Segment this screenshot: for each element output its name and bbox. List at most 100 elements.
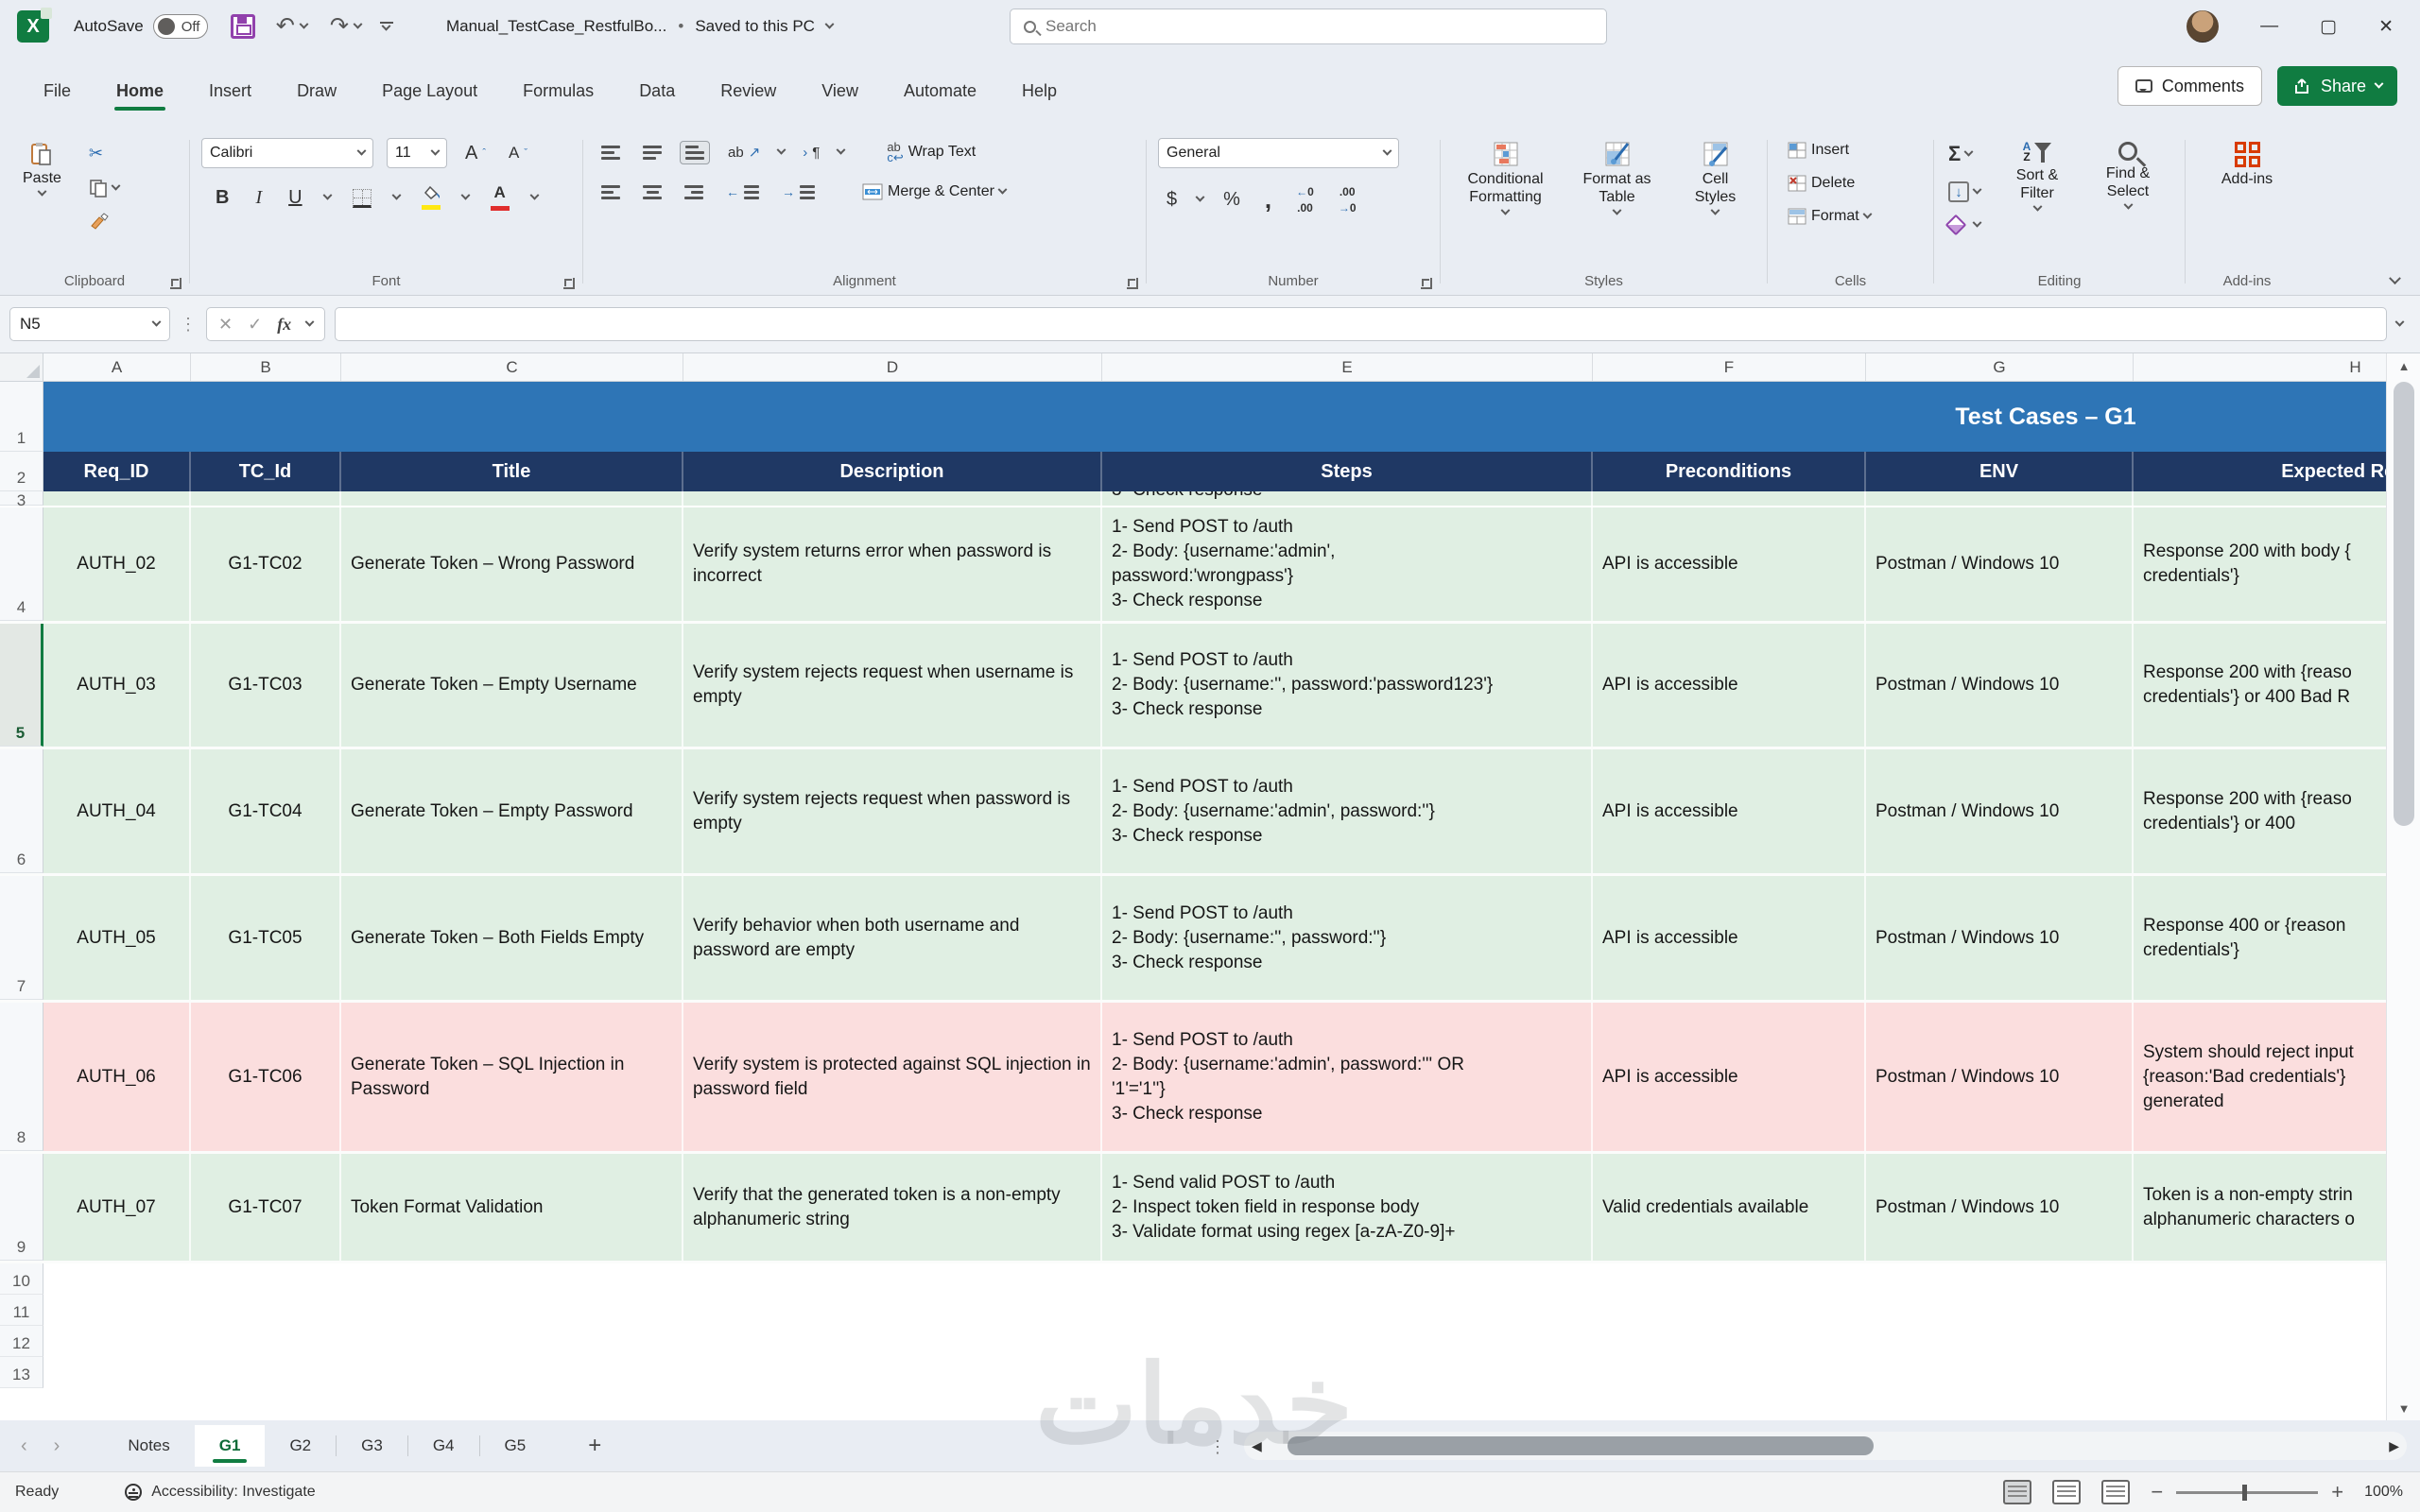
row-header-2[interactable]: 2 — [0, 452, 43, 491]
row-header-8[interactable]: 8 — [0, 1003, 43, 1151]
cell-expected[interactable]: Token is a non-empty strin alphanumeric … — [2134, 1154, 2386, 1261]
cell-req-id[interactable]: AUTH_03 — [43, 624, 191, 747]
document-title[interactable]: Manual_TestCase_RestfulBo... • Saved to … — [446, 17, 833, 36]
zoom-in-button[interactable]: + — [2331, 1480, 2343, 1504]
decrease-font-button[interactable]: Aˇ — [504, 140, 532, 166]
format-cells-button[interactable]: Format — [1783, 204, 1933, 229]
align-right-button[interactable] — [680, 181, 708, 203]
cell-description[interactable]: Verify system rejects request when passw… — [683, 749, 1102, 873]
share-button[interactable]: Share — [2277, 66, 2397, 106]
cell-b3[interactable] — [191, 491, 341, 506]
increase-font-button[interactable]: Aˆ — [460, 139, 491, 168]
sheet-nav-left-icon[interactable]: ‹ — [21, 1435, 27, 1457]
align-top-button[interactable] — [596, 142, 625, 163]
underline-button[interactable]: U — [284, 183, 306, 213]
clipboard-dialog-launcher-icon[interactable] — [170, 278, 182, 289]
align-center-button[interactable] — [638, 181, 666, 203]
row-header-6[interactable]: 6 — [0, 749, 43, 873]
tab-draw[interactable]: Draw — [295, 74, 338, 109]
cell-steps[interactable]: 1- Send POST to /auth 2- Body: {username… — [1102, 749, 1593, 873]
cell-steps[interactable]: 1- Send POST to /auth 2- Body: {username… — [1102, 507, 1593, 621]
cut-button[interactable]: ✂ — [84, 140, 124, 167]
scroll-up-arrow-icon[interactable]: ▲ — [2387, 353, 2420, 378]
cell-a3[interactable] — [43, 491, 191, 506]
cell-env[interactable]: Postman / Windows 10 — [1866, 1003, 2134, 1151]
cell-steps[interactable]: 1- Send POST to /auth 2- Body: {username… — [1102, 876, 1593, 1000]
cell-preconditions[interactable]: API is accessible — [1593, 1003, 1866, 1151]
font-color-chevron-icon[interactable] — [529, 191, 539, 200]
cell-title[interactable]: Token Format Validation — [341, 1154, 683, 1261]
user-avatar[interactable] — [2187, 10, 2219, 43]
select-all-corner[interactable] — [0, 353, 43, 381]
align-bottom-button[interactable] — [680, 141, 710, 164]
cell-description[interactable]: Verify behavior when both username and p… — [683, 876, 1102, 1000]
row-header-12[interactable]: 12 — [0, 1326, 43, 1357]
column-header-c[interactable]: C — [341, 353, 683, 381]
cell-d3[interactable] — [683, 491, 1102, 506]
format-as-table-button[interactable]: Format as Table — [1569, 138, 1666, 220]
sheet-tab-g2[interactable]: G2 — [265, 1425, 336, 1467]
decrease-indent-button[interactable]: ← — [721, 180, 764, 203]
header-expected-result[interactable]: Expected Result — [2134, 452, 2386, 491]
header-description[interactable]: Description — [683, 452, 1102, 491]
tab-bar-splitter[interactable]: ⋮ — [1209, 1437, 1227, 1457]
sheet-tab-notes[interactable]: Notes — [103, 1425, 194, 1467]
underline-chevron-icon[interactable] — [322, 191, 332, 200]
cell-title[interactable]: Generate Token – Empty Password — [341, 749, 683, 873]
zoom-out-button[interactable]: − — [2151, 1480, 2163, 1504]
search-input[interactable] — [1046, 17, 1593, 36]
cell-styles-button[interactable]: Cell Styles — [1673, 138, 1758, 220]
number-dialog-launcher-icon[interactable] — [1421, 278, 1432, 289]
cell-expected[interactable]: Response 200 with {reaso credentials'} o… — [2134, 749, 2386, 873]
cell-req-id[interactable]: AUTH_06 — [43, 1003, 191, 1151]
paste-button[interactable]: Paste — [13, 138, 71, 201]
cell-expected[interactable]: Response 200 with {reaso credentials'} o… — [2134, 624, 2386, 747]
cell-tc-id[interactable]: G1-TC05 — [191, 876, 341, 1000]
alignment-dialog-launcher-icon[interactable] — [1127, 278, 1138, 289]
fill-color-chevron-icon[interactable] — [460, 191, 470, 200]
increase-decimal-button[interactable]: ←0.00 — [1291, 182, 1319, 217]
header-req-id[interactable]: Req_ID — [43, 452, 191, 491]
sheet-tab-g3[interactable]: G3 — [337, 1425, 407, 1467]
excel-app-icon[interactable]: X — [17, 10, 49, 43]
column-header-d[interactable]: D — [683, 353, 1102, 381]
cell-preconditions[interactable]: Valid credentials available — [1593, 1154, 1866, 1261]
row-header-7[interactable]: 7 — [0, 876, 43, 1000]
text-direction-chevron-icon[interactable] — [837, 145, 846, 154]
fill-button[interactable]: ↓ — [1944, 178, 1985, 206]
font-dialog-launcher-icon[interactable] — [563, 278, 575, 289]
column-header-e[interactable]: E — [1102, 353, 1593, 381]
page-break-view-button[interactable] — [2101, 1480, 2130, 1504]
name-box[interactable]: N5 — [9, 307, 170, 341]
column-header-h[interactable]: H — [2134, 353, 2386, 381]
cell-title[interactable]: Generate Token – Both Fields Empty — [341, 876, 683, 1000]
find-select-button[interactable]: Find & Select — [2089, 138, 2167, 215]
currency-button[interactable]: $ — [1162, 185, 1182, 215]
column-header-b[interactable]: B — [191, 353, 341, 381]
tab-formulas[interactable]: Formulas — [521, 74, 596, 109]
row-header-4[interactable]: 4 — [0, 507, 43, 621]
row-header-3[interactable]: 3 — [0, 491, 43, 506]
tab-review[interactable]: Review — [718, 74, 778, 109]
cell-req-id[interactable]: AUTH_05 — [43, 876, 191, 1000]
currency-chevron-icon[interactable] — [1196, 193, 1205, 202]
column-header-f[interactable]: F — [1593, 353, 1866, 381]
accessibility-status[interactable]: Accessibility: Investigate — [125, 1484, 315, 1501]
save-icon[interactable] — [231, 14, 255, 39]
cell-title[interactable]: Generate Token – Wrong Password — [341, 507, 683, 621]
font-size-select[interactable]: 11 — [387, 138, 447, 168]
new-sheet-button[interactable]: + — [588, 1433, 601, 1459]
text-direction-button[interactable]: ›¶ — [798, 141, 824, 164]
cell-env[interactable]: Postman / Windows 10 — [1866, 876, 2134, 1000]
tab-file[interactable]: File — [42, 74, 73, 109]
vertical-scroll-thumb[interactable] — [2394, 382, 2414, 826]
row-header-1[interactable]: 1 — [0, 382, 43, 452]
fx-chevron-icon[interactable] — [305, 317, 315, 326]
percent-button[interactable]: % — [1219, 185, 1245, 215]
orientation-chevron-icon[interactable] — [777, 145, 786, 154]
undo-chevron-icon[interactable] — [299, 19, 308, 28]
insert-function-icon[interactable]: fx — [277, 315, 291, 335]
cell-env[interactable]: Postman / Windows 10 — [1866, 1154, 2134, 1261]
formula-bar-splitter[interactable]: ⋮ — [180, 315, 197, 335]
cell-preconditions[interactable]: API is accessible — [1593, 876, 1866, 1000]
